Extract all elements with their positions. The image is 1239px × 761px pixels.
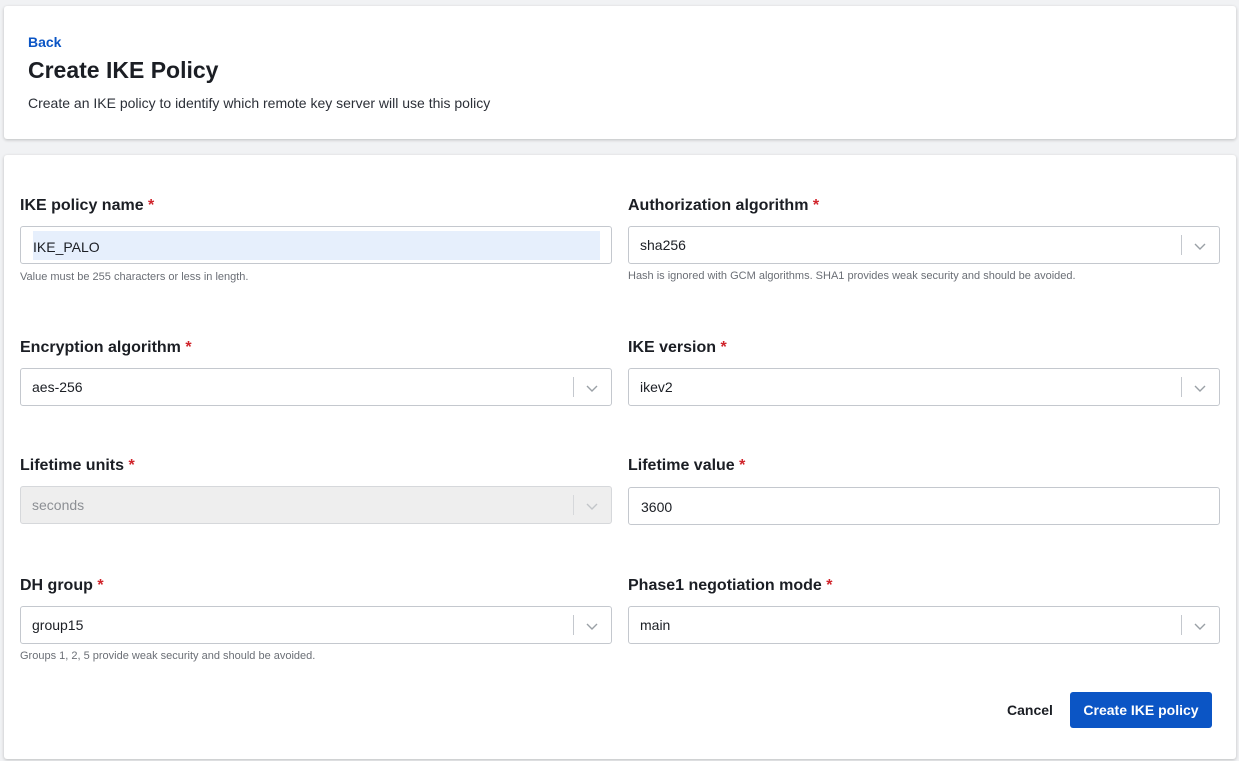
select-divider	[573, 615, 574, 635]
back-link[interactable]: Back	[28, 34, 61, 50]
authorization-algorithm-select[interactable]: sha256	[628, 226, 1220, 264]
ike-policy-name-helper: Value must be 255 characters or less in …	[20, 271, 249, 283]
select-divider	[573, 495, 574, 515]
chevron-down-icon[interactable]	[585, 619, 599, 633]
encryption-algorithm-label: Encryption algorithm *	[20, 339, 192, 356]
dh-group-select[interactable]: group15	[20, 606, 612, 644]
chevron-down-icon[interactable]	[1193, 239, 1207, 253]
lifetime-units-label: Lifetime units *	[20, 457, 135, 474]
encryption-algorithm-value: aes-256	[32, 379, 83, 395]
required-marker: *	[148, 197, 155, 214]
lifetime-value-label: Lifetime value *	[628, 457, 746, 474]
chevron-down-icon[interactable]	[1193, 619, 1207, 633]
encryption-algorithm-select[interactable]: aes-256	[20, 368, 612, 406]
selected-text-highlight: IKE_PALO	[33, 231, 600, 260]
phase1-negotiation-mode-select[interactable]: main	[628, 606, 1220, 644]
page-title: Create IKE Policy	[28, 57, 219, 83]
select-divider	[1181, 235, 1182, 255]
select-divider	[1181, 377, 1182, 397]
lifetime-units-value: seconds	[32, 497, 85, 513]
phase1-negotiation-mode-value: main	[640, 617, 671, 633]
select-divider	[1181, 615, 1182, 635]
dh-group-label: DH group *	[20, 577, 104, 594]
ike-policy-form: IKE policy name * IKE_PALO Value must be…	[4, 155, 1236, 759]
required-marker: *	[128, 457, 135, 474]
page-header: Back Create IKE Policy Create an IKE pol…	[4, 6, 1236, 139]
required-marker: *	[720, 339, 727, 356]
lifetime-units-select: seconds	[20, 486, 612, 524]
ike-policy-name-value: IKE_PALO	[33, 239, 100, 255]
ike-policy-name-input[interactable]: IKE_PALO	[20, 226, 612, 264]
cancel-button[interactable]: Cancel	[1000, 692, 1060, 728]
required-marker: *	[185, 339, 192, 356]
chevron-down-icon	[586, 503, 598, 510]
create-ike-policy-button[interactable]: Create IKE policy	[1070, 692, 1212, 728]
ike-version-label: IKE version *	[628, 339, 727, 356]
ike-version-select[interactable]: ikev2	[628, 368, 1220, 406]
phase1-negotiation-mode-label: Phase1 negotiation mode *	[628, 577, 833, 594]
chevron-down-icon[interactable]	[1193, 381, 1207, 395]
select-divider	[573, 377, 574, 397]
required-marker: *	[97, 577, 104, 594]
chevron-down-icon[interactable]	[585, 381, 599, 395]
lifetime-value-value: 3600	[641, 499, 673, 515]
lifetime-value-input[interactable]: 3600	[628, 487, 1220, 525]
required-marker: *	[812, 197, 820, 214]
authorization-algorithm-label: Authorization algorithm *	[628, 197, 820, 214]
required-marker: *	[739, 457, 746, 474]
ike-version-value: ikev2	[640, 379, 673, 395]
authorization-algorithm-helper: Hash is ignored with GCM algorithms. SHA…	[628, 270, 1076, 282]
ike-policy-name-label: IKE policy name *	[20, 197, 155, 214]
dh-group-helper: Groups 1, 2, 5 provide weak security and…	[20, 650, 316, 662]
dh-group-value: group15	[32, 617, 84, 633]
authorization-algorithm-value: sha256	[640, 237, 686, 253]
page-description: Create an IKE policy to identify which r…	[28, 95, 491, 111]
required-marker: *	[826, 577, 833, 594]
